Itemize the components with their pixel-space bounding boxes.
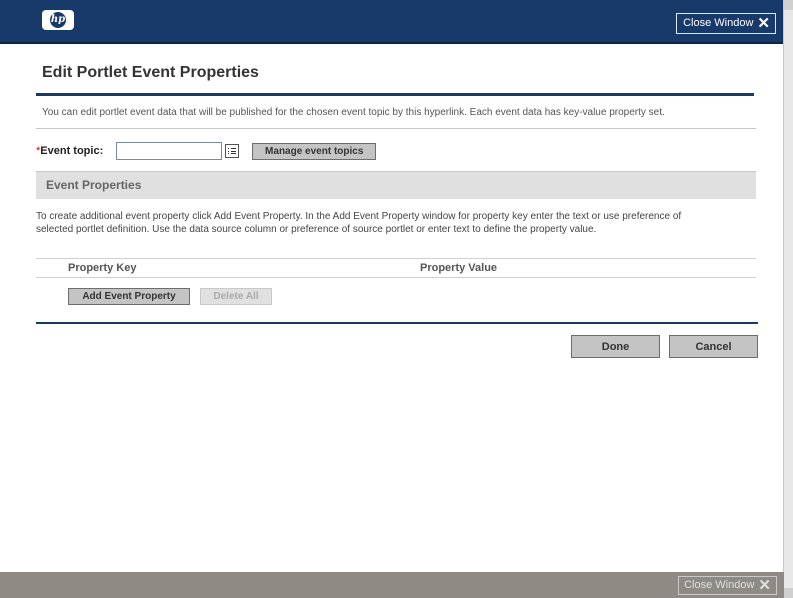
actions-divider [36,322,758,324]
page-description: You can edit portlet event data that wil… [42,107,665,118]
delete-all-button: Delete All [200,288,272,305]
footer-bar: Close Window ✕ [0,572,784,598]
help-line: To create additional event property clic… [36,211,682,222]
help-line: selected portlet definition. Use the dat… [36,224,597,235]
scroll-down-arrow-icon[interactable] [784,588,793,598]
page-title: Edit Portlet Event Properties [42,64,259,81]
event-topic-input[interactable] [116,142,223,160]
close-icon: ✕ [757,15,770,32]
column-header-property-value: Property Value [420,262,498,274]
manage-event-topics-button[interactable]: Manage event topics [252,142,377,160]
divider [36,128,756,129]
close-window-button-footer[interactable]: Close Window ✕ [678,576,777,595]
done-button[interactable]: Done [571,335,660,358]
add-event-property-button[interactable]: Add Event Property [68,288,190,305]
close-icon: ✕ [758,577,771,594]
scroll-up-arrow-icon[interactable] [784,0,793,10]
title-divider [36,93,754,96]
hp-logo-mark: hp [50,12,66,28]
event-properties-header: Event Properties [36,171,756,199]
vertical-scrollbar[interactable] [783,0,793,598]
event-topic-label: Event topic: [40,145,104,157]
section-title: Event Properties [46,178,142,192]
hp-logo: hp [42,10,74,30]
top-bar: hp Close Window ✕ [0,0,784,44]
close-window-label: Close Window [683,17,754,29]
properties-table-header: Property Key Property Value [36,258,756,278]
close-window-label: Close Window [684,579,755,591]
cancel-button[interactable]: Cancel [669,335,758,358]
column-header-property-key: Property Key [68,262,137,274]
list-picker-icon[interactable] [225,144,240,158]
close-window-button[interactable]: Close Window ✕ [676,13,776,34]
event-properties-help: To create additional event property clic… [36,210,756,236]
event-topic-row: * Event topic: Manage event topics [36,141,377,161]
